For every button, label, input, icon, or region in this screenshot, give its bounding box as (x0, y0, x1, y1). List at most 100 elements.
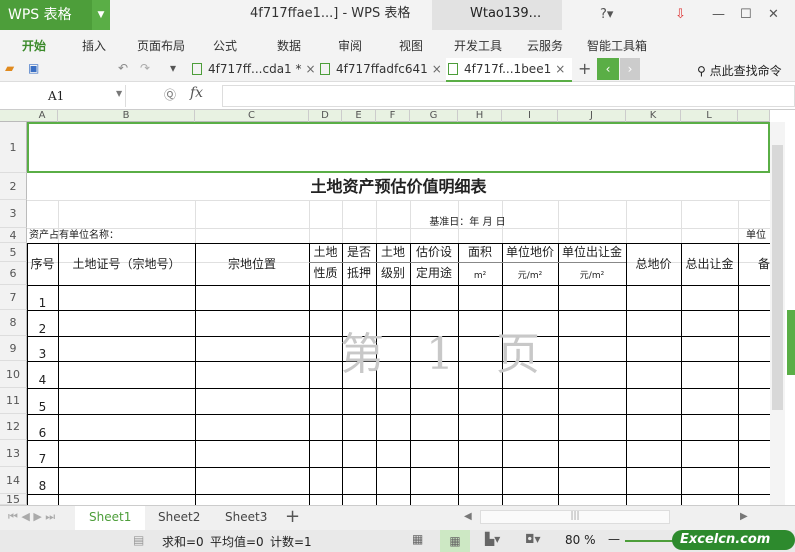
seq-cell: 2 (38, 321, 47, 336)
row-header-4[interactable]: 4 (0, 228, 27, 243)
row-header-3[interactable]: 3 (0, 200, 27, 228)
column-header-F[interactable]: F (376, 110, 410, 122)
chevron-down-icon[interactable]: ▼ (92, 0, 110, 30)
app-menu-button[interactable]: WPS 表格 ▼ (0, 0, 110, 30)
doc-tab[interactable]: 4f717ff...cda1 * × (190, 58, 320, 82)
horizontal-scrollbar[interactable]: ||| (480, 510, 670, 524)
menu-8[interactable]: 云服务 (527, 37, 563, 54)
dropdown-icon[interactable]: ▾ (170, 61, 176, 75)
row-header-14[interactable]: 14 (0, 467, 27, 494)
header-unitprice-unit: 元/m² (517, 271, 543, 281)
open-icon[interactable]: ▰ (5, 61, 14, 75)
clipboard-icon[interactable]: ▤ (133, 533, 144, 547)
window-title: 4f717ffae1...] - WPS 表格 (250, 6, 411, 21)
row-header-5[interactable]: 5 (0, 243, 27, 262)
owner-label: 资产占有单位名称： (29, 230, 119, 241)
search-command[interactable]: ⚲ 点此查找命令 (697, 62, 782, 79)
column-header-K[interactable]: K (626, 110, 681, 122)
column-header-H[interactable]: H (458, 110, 502, 122)
undo-icon[interactable]: ↶ (118, 61, 128, 75)
header-area: 面积 (467, 245, 492, 259)
add-sheet-icon[interactable]: + (285, 506, 300, 527)
scroll-left-icon[interactable]: ◀ (464, 511, 472, 522)
scroll-right-icon[interactable]: ▶ (740, 511, 748, 522)
minimize-icon[interactable]: — (712, 7, 725, 22)
sheet-nav-icon[interactable]: ⏮ ◀ ▶ ⏭ (8, 510, 55, 524)
doc-tab[interactable]: 4f717f...1bee1 × (446, 58, 572, 82)
menu-6[interactable]: 视图 (399, 37, 423, 54)
menu-3[interactable]: 公式 (213, 37, 237, 54)
header-level-2: 级别 (380, 266, 405, 280)
page-break-view-icon[interactable]: ▦ (440, 530, 470, 552)
row-header-10[interactable]: 10 (0, 361, 27, 388)
download-icon[interactable]: ⇩ (675, 7, 686, 22)
prev-tab-button[interactable]: ‹ (597, 58, 619, 80)
row-header-11[interactable]: 11 (0, 388, 27, 414)
row-header-9[interactable]: 9 (0, 336, 27, 361)
column-header-C[interactable]: C (195, 110, 309, 122)
row-header-1[interactable]: 1 (0, 122, 27, 173)
zoom-formula-icon[interactable]: Ⓠ (164, 86, 176, 103)
column-header-B[interactable]: B (58, 110, 195, 122)
close-tab-icon[interactable]: × (432, 62, 442, 76)
close-tab-icon[interactable]: × (555, 62, 565, 76)
column-header-J[interactable]: J (558, 110, 626, 122)
header-use: 估价设 (415, 245, 452, 259)
eye-protect-icon[interactable]: ◘▾ (525, 532, 541, 546)
new-tab-icon[interactable]: + (578, 59, 591, 78)
row-header-13[interactable]: 13 (0, 440, 27, 467)
row-header-6[interactable]: 6 (0, 262, 27, 285)
row-header-8[interactable]: 8 (0, 310, 27, 336)
document-icon (448, 63, 458, 75)
zoom-out-icon[interactable]: — (608, 532, 620, 546)
next-tab-button[interactable]: › (620, 58, 640, 80)
zoom-level[interactable]: 80 % (565, 533, 596, 547)
menu-4[interactable]: 数据 (277, 37, 301, 54)
formula-input[interactable] (222, 85, 795, 107)
row-header-7[interactable]: 7 (0, 285, 27, 310)
side-panel-handle[interactable] (787, 310, 795, 375)
maximize-icon[interactable]: ☐ (740, 7, 752, 22)
column-header-M[interactable] (738, 110, 770, 122)
sheet-tab-Sheet1[interactable]: Sheet1 (75, 506, 146, 531)
help-icon[interactable]: ?▾ (600, 7, 613, 22)
redo-icon[interactable]: ↷ (140, 61, 150, 75)
zoom-slider[interactable] (625, 540, 675, 542)
name-box[interactable]: A1 (0, 85, 126, 107)
header-unitfee-unit: 元/m² (579, 271, 605, 281)
sheet-tab-Sheet2[interactable]: Sheet2 (144, 506, 214, 531)
column-header-I[interactable]: I (502, 110, 558, 122)
column-header-A[interactable]: A (27, 110, 58, 122)
ribbon-tabs: 开始 插入 页面布局 公式 数据 审阅 视图 开发工具 云服务 智能工具箱 (0, 30, 795, 58)
column-header-D[interactable]: D (309, 110, 342, 122)
column-header-L[interactable]: L (681, 110, 738, 122)
fx-icon[interactable]: fx (190, 85, 203, 101)
row-header-2[interactable]: 2 (0, 173, 27, 200)
header-remark: 备 (757, 256, 770, 271)
layout-icon[interactable]: ▙▾ (485, 532, 500, 546)
sheet-tab-Sheet3[interactable]: Sheet3 (211, 506, 281, 531)
menu-2[interactable]: 页面布局 (137, 37, 185, 54)
close-icon[interactable]: ✕ (768, 7, 779, 22)
vertical-scroll-thumb[interactable] (772, 145, 783, 410)
chevron-down-icon[interactable]: ▼ (116, 89, 122, 98)
doc-tab[interactable]: 4f717ffadfc641 × (318, 58, 442, 82)
table-border (27, 467, 770, 468)
menu-5[interactable]: 审阅 (338, 37, 362, 54)
table-border (27, 440, 770, 441)
menu-0[interactable]: 开始 (22, 37, 46, 54)
column-header-G[interactable]: G (410, 110, 458, 122)
user-account[interactable]: Wtao139... (432, 0, 562, 30)
row-header-15[interactable]: 15 (0, 493, 27, 506)
menu-7[interactable]: 开发工具 (454, 37, 502, 54)
save-icon[interactable]: ▣ (28, 61, 39, 75)
column-header-E[interactable]: E (342, 110, 376, 122)
table-border (27, 285, 770, 286)
header-seq: 序号 (30, 256, 55, 271)
seq-cell: 7 (38, 452, 47, 466)
menu-9[interactable]: 智能工具箱 (587, 37, 647, 54)
close-tab-icon[interactable]: × (306, 62, 316, 76)
menu-1[interactable]: 插入 (82, 37, 106, 54)
row-header-12[interactable]: 12 (0, 414, 27, 440)
normal-view-icon[interactable]: ▦ (412, 532, 423, 546)
